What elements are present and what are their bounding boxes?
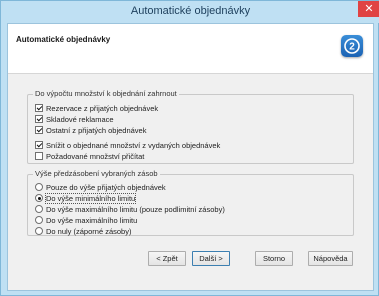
dialog-window: Automatické objednávky ✕ Automatické obj…: [0, 0, 379, 296]
checkbox-pozadovane[interactable]: Požadované množství přičítat: [35, 151, 144, 161]
radio-label: Pouze do výše přijatých objednávek: [46, 182, 166, 192]
radio-maximalni-podlimitni[interactable]: Do výše maximálního limitu (pouze podlim…: [35, 204, 225, 214]
checkbox-label: Skladové reklamace: [46, 114, 114, 124]
checkbox-snizit[interactable]: Snížit o objednané množství z vydaných o…: [35, 140, 220, 150]
back-button[interactable]: < Zpět: [148, 251, 186, 266]
checkbox-label: Ostatní z přijatých objednávek: [46, 125, 147, 135]
title-bar[interactable]: Automatické objednávky ✕: [1, 1, 379, 23]
checkbox-box[interactable]: [35, 115, 43, 123]
close-button[interactable]: ✕: [358, 1, 379, 17]
radio-circle[interactable]: [35, 194, 43, 202]
checkbox-box[interactable]: [35, 141, 43, 149]
radio-circle[interactable]: [35, 227, 43, 235]
checkbox-rezervace[interactable]: Rezervace z přijatých objednávek: [35, 103, 158, 113]
checkbox-label: Snížit o objednané množství z vydaných o…: [46, 140, 221, 150]
help-button[interactable]: Nápověda: [308, 251, 353, 266]
window-title: Automatické objednávky: [130, 5, 251, 17]
radio-label: Do výše minimálního limitu: [44, 192, 137, 204]
radio-label: Do nuly (záporné zásoby): [46, 226, 132, 236]
cancel-button[interactable]: Storno: [255, 251, 293, 266]
prestock-options-group: Výše předzásobení vybraných zásob Pouze …: [27, 169, 354, 236]
page-title: Automatické objednávky: [16, 35, 111, 44]
radio-pouze-objednavky[interactable]: Pouze do výše přijatých objednávek: [35, 182, 166, 192]
next-button[interactable]: Další >: [192, 251, 230, 266]
checkbox-skladove-reklamace[interactable]: Skladové reklamace: [35, 114, 114, 124]
checkbox-box[interactable]: [35, 104, 43, 112]
calc-group-title: Do výpočtu množství k objednání zahrnout: [33, 89, 179, 98]
close-icon[interactable]: ✕: [364, 3, 373, 15]
checkbox-label: Rezervace z přijatých objednávek: [46, 103, 159, 113]
checkbox-box[interactable]: [35, 152, 43, 160]
checkbox-ostatni[interactable]: Ostatní z přijatých objednávek: [35, 125, 146, 135]
radio-circle[interactable]: [35, 205, 43, 213]
radio-circle[interactable]: [35, 216, 43, 224]
prestock-group-title: Výše předzásobení vybraných zásob: [33, 169, 160, 178]
wizard-header: Automatické objednávky 2: [8, 24, 373, 74]
radio-label: Do výše maximálního limitu (pouze podlim…: [46, 204, 225, 214]
checkbox-box[interactable]: [35, 126, 43, 134]
radio-label: Do výše maximálního limitu: [46, 215, 138, 225]
calc-options-group: Do výpočtu množství k objednání zahrnout…: [27, 89, 354, 164]
radio-circle[interactable]: [35, 183, 43, 191]
checkbox-label: Požadované množství přičítat: [46, 151, 145, 161]
svg-text:2: 2: [349, 42, 355, 53]
radio-do-nuly[interactable]: Do nuly (záporné zásoby): [35, 226, 131, 236]
radio-maximalni-limit[interactable]: Do výše maximálního limitu: [35, 215, 137, 225]
radio-minimalni-limit[interactable]: Do výše minimálního limitu: [35, 192, 137, 204]
wizard-icon: 2: [341, 35, 363, 57]
